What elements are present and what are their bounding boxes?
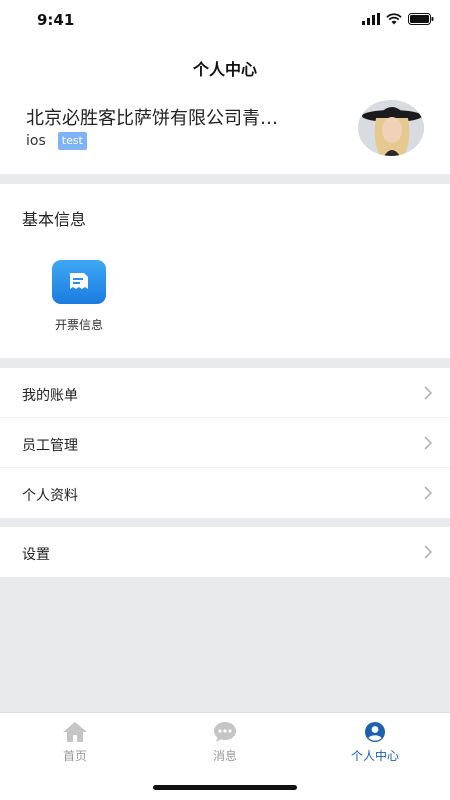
tab-label: 消息 <box>212 749 237 763</box>
menu-group: 设置 <box>0 527 450 577</box>
status-icons <box>362 13 434 25</box>
chevron-right-icon <box>424 386 432 400</box>
tab-home[interactable]: 首页 <box>25 721 125 764</box>
user-line: ios test <box>26 132 87 150</box>
menu-group: 我的账单 员工管理 个人资料 <box>0 368 450 518</box>
chevron-right-icon <box>424 436 432 450</box>
menu-label: 个人资料 <box>22 488 78 504</box>
user-icon <box>365 722 385 742</box>
battery-icon <box>408 13 434 25</box>
home-icon <box>63 722 87 742</box>
menu-item-settings[interactable]: 设置 <box>0 527 450 577</box>
user-tag-badge: test <box>57 132 87 150</box>
company-name: 北京必胜客比萨饼有限公司青… <box>26 108 278 129</box>
menu-item-staff[interactable]: 员工管理 <box>0 418 450 468</box>
chevron-right-icon <box>424 486 432 500</box>
invoice-label: 开票信息 <box>54 318 103 332</box>
status-bar: 9:41 <box>0 0 450 40</box>
menu-item-profile[interactable]: 个人资料 <box>0 468 450 518</box>
chevron-right-icon <box>424 545 432 559</box>
basic-info-section: 基本信息 开票信息 <box>0 184 450 358</box>
menu-item-bills[interactable]: 我的账单 <box>0 368 450 418</box>
section-title: 基本信息 <box>22 210 87 229</box>
wifi-icon <box>386 13 402 25</box>
invoice-icon <box>52 260 106 304</box>
menu-label: 我的账单 <box>22 388 78 404</box>
chat-icon <box>214 722 236 742</box>
tab-messages[interactable]: 消息 <box>175 721 275 764</box>
tab-profile[interactable]: 个人中心 <box>325 721 425 764</box>
signal-icon <box>362 13 380 25</box>
tab-label: 首页 <box>62 749 87 763</box>
avatar[interactable] <box>358 100 424 156</box>
menu-label: 设置 <box>22 547 50 563</box>
menu-label: 员工管理 <box>22 438 78 454</box>
home-indicator <box>153 785 297 790</box>
tab-label: 个人中心 <box>350 749 399 763</box>
page-title: 个人中心 <box>192 60 257 79</box>
username: ios <box>26 133 46 149</box>
status-time: 9:41 <box>37 11 75 29</box>
profile-card[interactable]: 北京必胜客比萨饼有限公司青… ios test <box>0 90 450 174</box>
nav-bar: 个人中心 <box>0 40 450 90</box>
invoice-info-button[interactable]: 开票信息 <box>44 260 114 333</box>
